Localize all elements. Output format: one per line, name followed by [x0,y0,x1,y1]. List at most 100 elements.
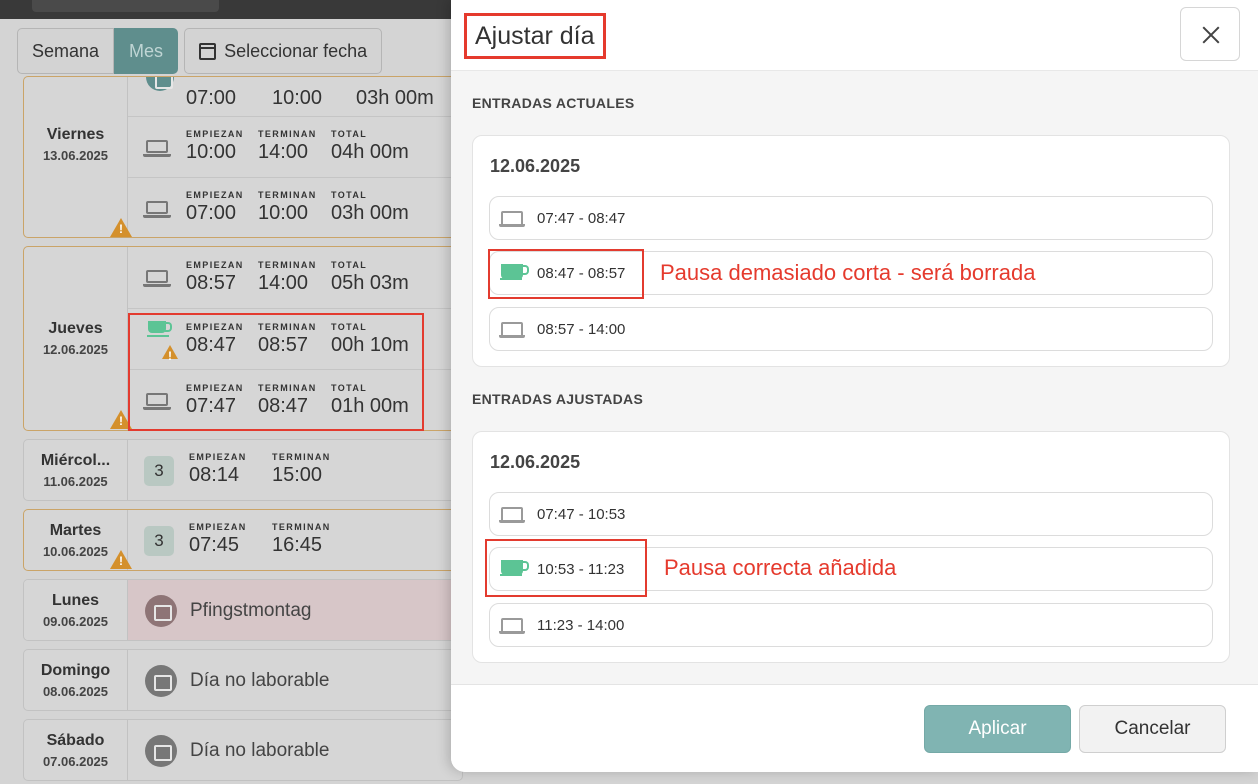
start-label: EMPIEZAN [189,522,247,532]
end-label: TERMINAN [258,190,317,200]
day-date: 08.06.2025 [42,684,109,699]
entry-end: 10:00 [258,202,309,224]
total-label: TOTAL [331,190,368,200]
entry-row[interactable]: EMPIEZAN 08:57 TERMINAN 14:00 TOTAL 05h 03m [128,247,462,309]
laptop-icon [499,211,525,227]
highlight-box [128,313,424,431]
highlight-box [485,539,647,597]
entry-total: 05h 03m [331,272,409,294]
start-label: EMPIEZAN [189,452,247,462]
day-date: 09.06.2025 [42,614,109,629]
entry-time-range: 07:47 - 08:47 [537,210,626,227]
entry-count-badge: 3 [144,526,174,556]
entry-time-range: 08:57 - 14:00 [537,321,626,338]
total-label: TOTAL [331,260,368,270]
current-entries-heading: ENTRADAS ACTUALES [472,95,635,111]
laptop-icon [499,507,525,523]
entry-count-badge: 3 [144,456,174,486]
entry-total: 04h 00m [331,141,409,163]
entry-row[interactable]: 07:00 10:00 03h 00m [128,77,462,117]
laptop-icon [499,322,525,338]
day-label: Viernes 13.06.2025 [24,77,128,237]
break-added-annotation: Pausa correcta añadida [664,555,897,580]
laptop-icon [143,201,171,218]
entry-row[interactable]: EMPIEZAN 07:00 TERMINAN 10:00 TOTAL 03h 00m [128,178,462,237]
cancel-button[interactable]: Cancelar [1079,705,1226,753]
day-card-sabado[interactable]: Sábado 07.06.2025 Día no laborable [23,719,463,781]
calendar-icon [145,665,177,697]
end-label: TERMINAN [272,522,331,532]
non-working-text: Día no laborable [190,670,330,691]
end-label: TERMINAN [258,129,317,139]
day-date: 11.06.2025 [43,474,108,489]
entry-end: 14:00 [258,141,309,163]
day-name: Martes [49,522,102,539]
select-date-label: Seleccionar fecha [224,40,368,61]
laptop-icon [143,270,171,287]
day-name: Sábado [46,732,105,749]
current-entry-row[interactable]: 08:57 - 14:00 [489,307,1213,351]
entry-start: 07:45 [189,534,240,556]
entry-total: 03h 00m [331,202,409,224]
day-label: Miércol... 11.06.2025 [24,440,128,500]
day-name: Domingo [40,662,111,679]
adjusted-entries-heading: ENTRADAS AJUSTADAS [472,391,644,407]
view-switcher: Semana Mes Seleccionar fecha [17,28,383,74]
week-view-button[interactable]: Semana [17,28,115,74]
entry-end: 10:00 [272,87,323,109]
entry-time-range: 07:47 - 10:53 [537,506,626,523]
day-name: Miércol... [40,452,111,469]
entry-start: 07:00 [186,87,237,109]
highlight-box [488,249,644,299]
laptop-icon [143,140,171,157]
adjusted-entry-row[interactable]: 11:23 - 14:00 [489,603,1213,647]
entry-total: 03h 00m [356,87,434,109]
adjust-day-modal: Ajustar día ENTRADAS ACTUALES 12.06.2025… [451,0,1258,772]
modal-title: Ajustar día [464,13,606,59]
select-date-button[interactable]: Seleccionar fecha [184,28,383,74]
day-label: Sábado 07.06.2025 [24,720,128,780]
calendar-icon [199,42,217,60]
day-date: 07.06.2025 [42,754,109,769]
adjusted-entry-row[interactable]: 07:47 - 10:53 [489,492,1213,536]
entry-row[interactable]: EMPIEZAN 10:00 TERMINAN 14:00 TOTAL 04h 00m [128,117,462,178]
day-card-lunes[interactable]: Lunes 09.06.2025 Pfingstmontag [23,579,463,641]
start-label: EMPIEZAN [186,260,244,270]
end-label: TERMINAN [272,452,331,462]
card-date: 12.06.2025 [490,452,581,472]
laptop-icon [499,618,525,634]
start-label: EMPIEZAN [186,129,244,139]
day-date: 13.06.2025 [42,148,109,163]
day-card-domingo[interactable]: Domingo 08.06.2025 Día no laborable [23,649,463,711]
modal-header: Ajustar día [451,0,1258,71]
home-icon [146,77,174,91]
day-label: Lunes 09.06.2025 [24,580,128,640]
short-break-annotation: Pausa demasiado corta - será borrada [660,260,1036,285]
calendar-icon [145,735,177,767]
holiday-text: Pfingstmontag [190,600,312,621]
entry-start: 10:00 [186,141,237,163]
day-label: Jueves 12.06.2025 [24,247,128,430]
apply-button[interactable]: Aplicar [924,705,1071,753]
day-name: Lunes [51,592,100,609]
day-date: 12.06.2025 [42,342,109,357]
day-label: Domingo 08.06.2025 [24,650,128,710]
entry-start: 08:14 [189,464,240,486]
day-name: Jueves [48,320,103,337]
entry-time-range: 11:23 - 14:00 [537,617,625,634]
top-bar-pill [32,0,219,12]
day-name: Viernes [46,126,105,143]
entry-end: 16:45 [272,534,323,556]
modal-footer: Aplicar Cancelar [451,684,1258,772]
start-label: EMPIEZAN [186,190,244,200]
day-card-miercoles[interactable]: Miércol... 11.06.2025 3 EMPIEZAN 08:14 TE… [23,439,463,501]
entry-end: 14:00 [258,272,309,294]
current-entry-row[interactable]: 07:47 - 08:47 [489,196,1213,240]
close-icon[interactable] [1180,7,1240,61]
month-view-button[interactable]: Mes [114,28,179,74]
entry-start: 07:00 [186,202,237,224]
day-card-martes[interactable]: Martes 10.06.2025 3 EMPIEZAN07:45 TERMIN… [23,509,463,571]
day-card-viernes[interactable]: Viernes 13.06.2025 07:00 10:00 03h 00m E… [23,76,463,238]
calendar-icon [145,595,177,627]
warning-icon [110,550,132,569]
